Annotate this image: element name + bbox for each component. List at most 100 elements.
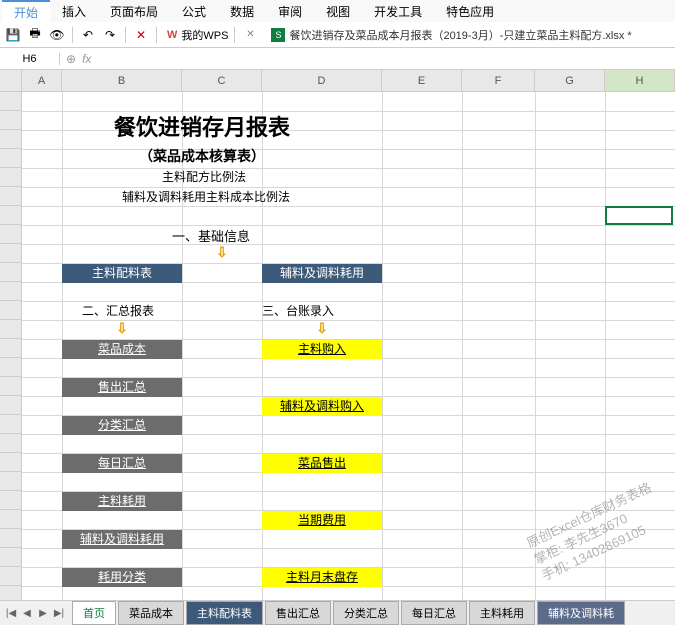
row-header[interactable] — [0, 225, 21, 244]
col-E[interactable]: E — [382, 70, 462, 92]
sheet-tab-3[interactable]: 售出汇总 — [265, 601, 331, 625]
sheet-tab-7[interactable]: 辅料及调料耗 — [537, 601, 625, 625]
wps-logo: W — [167, 29, 177, 41]
arrow-icon: ⇩ — [112, 320, 132, 337]
row-header[interactable] — [0, 282, 21, 301]
right-item-4[interactable]: 主料月末盘存 — [262, 568, 382, 587]
sheet-tab-1[interactable]: 菜品成本 — [118, 601, 184, 625]
menu-view[interactable]: 视图 — [314, 1, 362, 22]
row-header[interactable] — [0, 396, 21, 415]
right-item-1[interactable]: 辅料及调料购入 — [262, 397, 382, 416]
nav-prev-icon[interactable]: ◀ — [20, 608, 34, 619]
sheet-tab-6[interactable]: 主料耗用 — [469, 601, 535, 625]
close-icon[interactable]: ✕ — [132, 26, 150, 44]
section-2: 二、汇总报表 — [82, 302, 154, 319]
row-header[interactable] — [0, 510, 21, 529]
cells[interactable]: 餐饮进销存月报表 （菜品成本核算表） 主料配方比例法 辅料及调料耗用主料成本比例… — [22, 92, 675, 600]
row-header[interactable] — [0, 358, 21, 377]
right-item-0[interactable]: 主料购入 — [262, 340, 382, 359]
sheet-tab-5[interactable]: 每日汇总 — [401, 601, 467, 625]
accept-icon[interactable]: ⊕ — [66, 52, 76, 66]
left-item-5[interactable]: 辅料及调料耗用 — [62, 530, 182, 549]
right-item-2[interactable]: 菜品售出 — [262, 454, 382, 473]
row-header[interactable] — [0, 263, 21, 282]
file-tab[interactable]: S 餐饮进销存及菜品成本月报表（2019-3月）-只建立菜品主料配方.xlsx … — [271, 27, 631, 43]
row-header[interactable] — [0, 415, 21, 434]
left-item-2[interactable]: 分类汇总 — [62, 416, 182, 435]
row-header[interactable] — [0, 339, 21, 358]
column-headers: A B C D E F G H — [22, 70, 675, 92]
preview-icon[interactable]: 👁 — [48, 26, 66, 44]
menu-layout[interactable]: 页面布局 — [98, 1, 170, 22]
row-header[interactable] — [0, 434, 21, 453]
nav-first-icon[interactable]: |◀ — [4, 608, 18, 619]
right-item-3[interactable]: 当期费用 — [262, 511, 382, 530]
nav-next-icon[interactable]: ▶ — [36, 608, 50, 619]
row-header[interactable] — [0, 472, 21, 491]
sheet-tabs: |◀ ◀ ▶ ▶| 首页 菜品成本 主料配料表 售出汇总 分类汇总 每日汇总 主… — [0, 600, 675, 625]
excel-icon: S — [271, 28, 285, 42]
menu-data[interactable]: 数据 — [218, 1, 266, 22]
save-icon[interactable]: 💾 — [4, 26, 22, 44]
box-main-ingredients[interactable]: 主料配料表 — [62, 264, 182, 283]
left-item-6[interactable]: 耗用分类 — [62, 568, 182, 587]
row-header[interactable] — [0, 187, 21, 206]
col-H[interactable]: H — [605, 70, 675, 92]
row-header[interactable] — [0, 567, 21, 586]
menu-formula[interactable]: 公式 — [170, 1, 218, 22]
row-header[interactable] — [0, 244, 21, 263]
redo-icon[interactable]: ↷ — [101, 26, 119, 44]
col-G[interactable]: G — [535, 70, 605, 92]
row-header[interactable] — [0, 111, 21, 130]
print-icon[interactable]: 🖶 — [26, 26, 44, 44]
wps-label[interactable]: 我的WPS — [181, 27, 228, 43]
sheet-tab-4[interactable]: 分类汇总 — [333, 601, 399, 625]
menu-insert[interactable]: 插入 — [50, 1, 98, 22]
arrow-icon: ⇩ — [212, 244, 232, 261]
active-cell[interactable] — [605, 206, 673, 225]
row-header[interactable] — [0, 491, 21, 510]
grid-area: A B C D E F G H 餐饮进销存月报表 （菜品成本核算表） 主料配方比… — [0, 70, 675, 600]
sheet-tab-0[interactable]: 首页 — [72, 601, 116, 625]
row-headers — [0, 70, 22, 600]
row-header[interactable] — [0, 206, 21, 225]
row-header[interactable] — [0, 301, 21, 320]
title: 餐饮进销存月报表 — [62, 110, 342, 140]
menu-dev[interactable]: 开发工具 — [362, 1, 434, 22]
row-header[interactable] — [0, 548, 21, 567]
close-tab-icon[interactable]: ✕ — [241, 26, 259, 44]
col-A[interactable]: A — [22, 70, 62, 92]
row-header[interactable] — [0, 529, 21, 548]
col-B[interactable]: B — [62, 70, 182, 92]
row-header[interactable] — [0, 453, 21, 472]
toolbar: 💾 🖶 👁 ↶ ↷ ✕ W 我的WPS ✕ S 餐饮进销存及菜品成本月报表（20… — [0, 22, 675, 48]
fx-label[interactable]: fx — [82, 52, 91, 66]
col-D[interactable]: D — [262, 70, 382, 92]
row-header[interactable] — [0, 130, 21, 149]
menu-review[interactable]: 审阅 — [266, 1, 314, 22]
col-C[interactable]: C — [182, 70, 262, 92]
left-item-4[interactable]: 主料耗用 — [62, 492, 182, 511]
menu-start[interactable]: 开始 — [2, 0, 50, 23]
undo-icon[interactable]: ↶ — [79, 26, 97, 44]
subtitle: （菜品成本核算表） — [62, 146, 342, 166]
menu-special[interactable]: 特色应用 — [434, 1, 506, 22]
method2: 辅料及调料耗用主料成本比例法 — [122, 188, 290, 205]
method1: 主料配方比例法 — [162, 168, 246, 185]
nav-last-icon[interactable]: ▶| — [52, 608, 66, 619]
box-aux-ingredients[interactable]: 辅料及调料耗用 — [262, 264, 382, 283]
row-header[interactable] — [0, 377, 21, 396]
left-item-3[interactable]: 每日汇总 — [62, 454, 182, 473]
sheet-tab-2[interactable]: 主料配料表 — [186, 601, 263, 625]
row-header[interactable] — [0, 168, 21, 187]
row-header[interactable] — [0, 92, 21, 111]
file-name: 餐饮进销存及菜品成本月报表（2019-3月）-只建立菜品主料配方.xlsx * — [289, 27, 631, 43]
left-item-1[interactable]: 售出汇总 — [62, 378, 182, 397]
name-box[interactable]: H6 — [0, 53, 60, 65]
formula-bar: H6 ⊕ fx — [0, 48, 675, 70]
left-item-0[interactable]: 菜品成本 — [62, 340, 182, 359]
row-header[interactable] — [0, 149, 21, 168]
row-header[interactable] — [0, 320, 21, 339]
section-1: 一、基础信息 — [172, 226, 250, 245]
col-F[interactable]: F — [462, 70, 535, 92]
